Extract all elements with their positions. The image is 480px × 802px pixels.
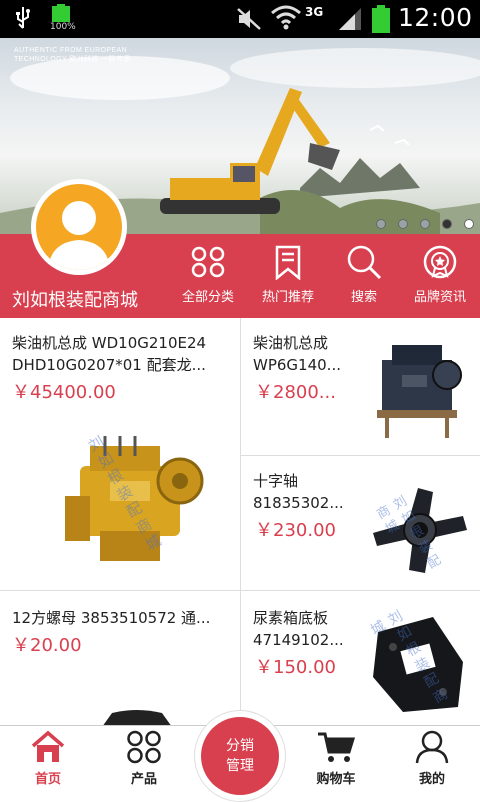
brand-badge-icon xyxy=(423,245,457,279)
nav-search-label: 搜索 xyxy=(350,290,377,305)
product-card[interactable]: 十字轴 81835302... ￥230.00 刘如根装配商城 xyxy=(241,456,480,590)
product-price: ￥20.00 xyxy=(12,635,82,656)
banner-tagline-line2: TECHNOLOGY 欧洲科技 一脉传承 xyxy=(14,56,131,63)
product-price: ￥230.00 xyxy=(255,520,336,541)
nav-brand-news[interactable]: 品牌资讯 xyxy=(400,244,480,305)
carousel-dot[interactable] xyxy=(376,219,386,229)
product-title: 12方螺母 3853510572 通... xyxy=(12,609,211,627)
product-card[interactable]: 柴油机总成 WP6G140... ￥2800... xyxy=(241,318,480,455)
tab-home-label: 首页 xyxy=(34,772,61,787)
nut-image xyxy=(103,710,171,725)
carousel-dot[interactable] xyxy=(464,219,474,229)
grid-icon xyxy=(127,730,161,764)
banner-tagline-line1: AUTHENTIC FROM EUROPEAN xyxy=(14,47,128,54)
product-card[interactable]: 柴油机总成 WD10G210E24 DHD10G0207*01 配套龙... ￥… xyxy=(0,318,240,590)
tab-home[interactable]: 首页 xyxy=(0,730,96,787)
avatar-person-icon xyxy=(36,184,122,270)
center-label-line2: 管理 xyxy=(226,758,254,774)
product-price: ￥2800... xyxy=(255,382,336,403)
product-price: ￥150.00 xyxy=(255,657,336,678)
nav-all-categories[interactable]: 全部分类 xyxy=(168,244,248,305)
tab-mine-label: 我的 xyxy=(418,772,445,787)
carousel-dot[interactable] xyxy=(420,219,430,229)
shop-avatar[interactable] xyxy=(31,179,127,275)
banner-tagline: AUTHENTIC FROM EUROPEAN TECHNOLOGY 欧洲科技 … xyxy=(14,46,131,64)
battery-icon xyxy=(370,5,392,37)
network-type: 3G xyxy=(305,5,324,19)
center-label-line1: 分销 xyxy=(226,738,254,754)
product-card[interactable]: 尿素箱底板 47149102... ￥150.00 刘如根装配商城 xyxy=(241,591,480,725)
product-title: 尿素箱底板 47149102... xyxy=(253,609,344,649)
carousel-dots xyxy=(376,219,474,229)
user-icon xyxy=(415,730,449,764)
nav-hot-picks-label: 热门推荐 xyxy=(261,290,314,305)
usb-icon xyxy=(14,6,32,34)
carousel-dot[interactable] xyxy=(398,219,408,229)
distribution-management-inner: 分销 管理 xyxy=(201,717,279,795)
wifi-icon xyxy=(270,5,302,35)
shop-name: 刘如根装配商城 xyxy=(12,290,138,311)
diesel-engine-image xyxy=(377,345,462,438)
product-title: 柴油机总成 WP6G140... xyxy=(253,334,341,374)
nav-brand-news-label: 品牌资讯 xyxy=(413,290,466,305)
distribution-management-button[interactable]: 分销 管理 xyxy=(194,710,286,802)
signal-icon xyxy=(337,6,363,36)
home-icon xyxy=(31,730,65,762)
tab-mine[interactable]: 我的 xyxy=(384,730,480,787)
mute-icon xyxy=(236,7,262,35)
product-title: 十字轴 81835302... xyxy=(253,472,344,512)
status-bar: 100% 3G 12:00 xyxy=(0,0,480,38)
product-card[interactable]: 12方螺母 3853510572 通... ￥20.00 xyxy=(0,591,240,725)
product-price: ￥45400.00 xyxy=(12,382,116,403)
nav-search[interactable]: 搜索 xyxy=(324,244,404,305)
battery-percent: 100% xyxy=(50,22,76,32)
product-title: 柴油机总成 WD10G210E24 DHD10G0207*01 配套龙... xyxy=(12,334,207,374)
tab-products[interactable]: 产品 xyxy=(96,730,192,787)
nav-hot-picks[interactable]: 热门推荐 xyxy=(248,244,328,305)
tab-cart-label: 购物车 xyxy=(316,772,356,787)
cart-icon xyxy=(318,732,356,762)
tab-products-label: 产品 xyxy=(130,772,157,787)
tab-cart[interactable]: 购物车 xyxy=(288,730,384,787)
grid-icon xyxy=(191,246,225,278)
bookmark-icon xyxy=(275,245,301,280)
clock: 12:00 xyxy=(398,3,473,32)
carousel-dot-active[interactable] xyxy=(442,219,452,229)
search-icon xyxy=(347,245,382,280)
nav-all-categories-label: 全部分类 xyxy=(181,290,234,305)
